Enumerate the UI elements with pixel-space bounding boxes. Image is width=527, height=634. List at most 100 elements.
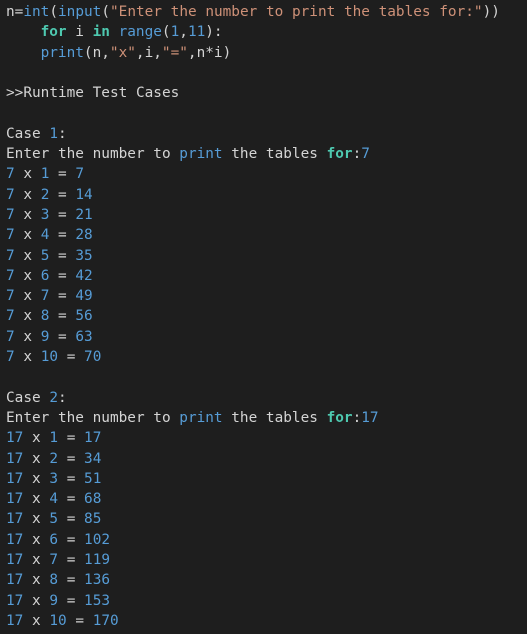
times-sign: x	[23, 206, 33, 223]
table-row: 7 x 2 = 14	[6, 185, 527, 205]
var-n: n	[6, 4, 15, 20]
multiplier: 2	[49, 450, 59, 467]
code-line-3: print(n,"x",i,"=",n*i)	[6, 43, 527, 63]
product: 63	[75, 328, 93, 345]
code-output-panel: n=int(input("Enter the number to print t…	[0, 0, 527, 634]
paren: (	[49, 4, 59, 20]
table-row: 7 x 9 = 63	[6, 327, 527, 347]
prompt-string: "Enter the number to print the tables fo…	[110, 4, 483, 20]
for-word: for	[326, 146, 353, 163]
product: 119	[84, 552, 111, 569]
case-number: 1	[49, 125, 58, 142]
times-sign: x	[23, 328, 33, 345]
multiplier: 9	[49, 592, 59, 609]
times-sign: x	[23, 247, 33, 264]
multiplicand: 7	[6, 186, 15, 203]
table-row: 17 x 4 = 68	[6, 489, 527, 509]
equals-sign: =	[58, 267, 67, 284]
table-row: 7 x 6 = 42	[6, 266, 527, 286]
multiplicand: 7	[6, 206, 15, 223]
print-word: print	[179, 409, 223, 426]
multiplier: 4	[49, 491, 59, 508]
code-line-1: n=int(input("Enter the number to print t…	[6, 2, 527, 22]
times-sign: x	[23, 288, 33, 305]
equals-sign: =	[58, 166, 67, 183]
eq-string: "="	[161, 44, 188, 61]
multiplier: 8	[49, 572, 59, 589]
comma: ,	[179, 24, 188, 41]
case-colon: :	[58, 125, 67, 142]
multiplier: 3	[49, 470, 59, 487]
table-row: 7 x 1 = 7	[6, 164, 527, 184]
paren-close: ))	[482, 4, 500, 20]
times-sign: x	[23, 267, 33, 284]
prompt-text: Enter the number to	[6, 146, 180, 163]
paren: (	[161, 24, 171, 41]
product: 14	[75, 186, 93, 203]
table-row: 7 x 8 = 56	[6, 306, 527, 326]
times-sign: x	[23, 186, 33, 203]
loop-var: i	[66, 24, 93, 41]
multiplicand: 17	[6, 491, 24, 508]
product: 102	[84, 531, 111, 548]
product: 49	[75, 288, 93, 305]
times-sign: x	[23, 166, 33, 183]
prompt-text: the tables	[222, 146, 327, 163]
times-sign: x	[32, 511, 41, 528]
case-label: Case	[6, 125, 50, 142]
multiplicand: 7	[6, 308, 15, 325]
args: ,i,	[135, 44, 162, 61]
paren-close: ):	[205, 24, 223, 41]
equals-sign: =	[75, 612, 85, 629]
multiplicand: 7	[6, 288, 15, 305]
multiplicand: 17	[6, 531, 24, 548]
multiplicand: 17	[6, 511, 24, 528]
times-sign: x	[32, 572, 41, 589]
multiplicand: 7	[6, 166, 15, 183]
product: 42	[75, 267, 93, 284]
times-sign: x	[23, 308, 33, 325]
product: 136	[84, 572, 111, 589]
multiplicand: 17	[6, 470, 24, 487]
times-sign: x	[32, 531, 41, 548]
range-end: 11	[187, 24, 206, 41]
table-row: 17 x 2 = 34	[6, 449, 527, 469]
multiplicand: 7	[6, 349, 15, 366]
table-row: 17 x 3 = 51	[6, 469, 527, 489]
print-function: print	[40, 44, 84, 61]
equals-sign: =	[58, 206, 67, 223]
product: 68	[84, 491, 102, 508]
prompt-text: Enter the number to	[6, 409, 180, 426]
